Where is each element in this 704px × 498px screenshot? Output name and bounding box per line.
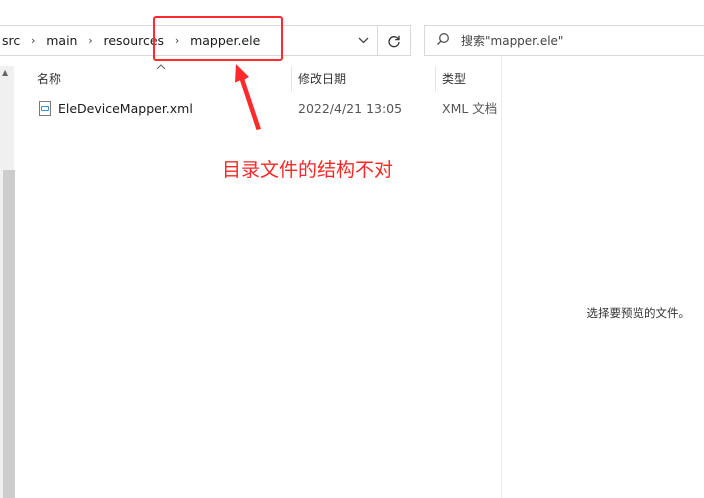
refresh-icon[interactable] (380, 26, 408, 55)
breadcrumb-src[interactable]: src (0, 33, 22, 48)
chevron-down-icon[interactable] (350, 26, 376, 55)
breadcrumb-main[interactable]: main (44, 33, 79, 48)
sort-ascending-icon (156, 62, 166, 73)
column-divider[interactable] (435, 66, 436, 92)
search-input[interactable] (461, 33, 681, 48)
column-header-name[interactable]: 名称 (37, 66, 61, 92)
annotation-highlight-box (153, 16, 283, 61)
search-icon (425, 32, 461, 50)
preview-empty-text: 选择要预览的文件。 (586, 306, 691, 320)
address-divider (377, 26, 378, 55)
preview-pane-divider[interactable] (501, 56, 502, 498)
column-divider[interactable] (291, 66, 292, 92)
file-modified-date: 2022/4/21 13:05 (298, 101, 403, 116)
xml-file-icon (39, 101, 51, 116)
search-box[interactable] (424, 25, 704, 56)
file-type: XML 文档 (442, 101, 498, 116)
scrollbar-thumb[interactable] (3, 170, 15, 498)
breadcrumb-chevron-icon[interactable]: › (22, 34, 44, 47)
column-header-row: 名称 修改日期 类型 (14, 64, 502, 92)
file-name: EleDeviceMapper.xml (58, 101, 193, 116)
file-row[interactable]: EleDeviceMapper.xml 2022/4/21 13:05 XML … (14, 96, 502, 122)
navigation-pane-scrollbar[interactable]: ▲ (0, 66, 15, 498)
column-header-modified[interactable]: 修改日期 (298, 66, 346, 92)
top-spacer (0, 0, 704, 22)
column-header-type[interactable]: 类型 (442, 66, 466, 92)
breadcrumb-chevron-icon[interactable]: › (79, 34, 101, 47)
annotation-text: 目录文件的结构不对 (222, 159, 394, 181)
scroll-up-icon[interactable]: ▲ (2, 68, 8, 77)
